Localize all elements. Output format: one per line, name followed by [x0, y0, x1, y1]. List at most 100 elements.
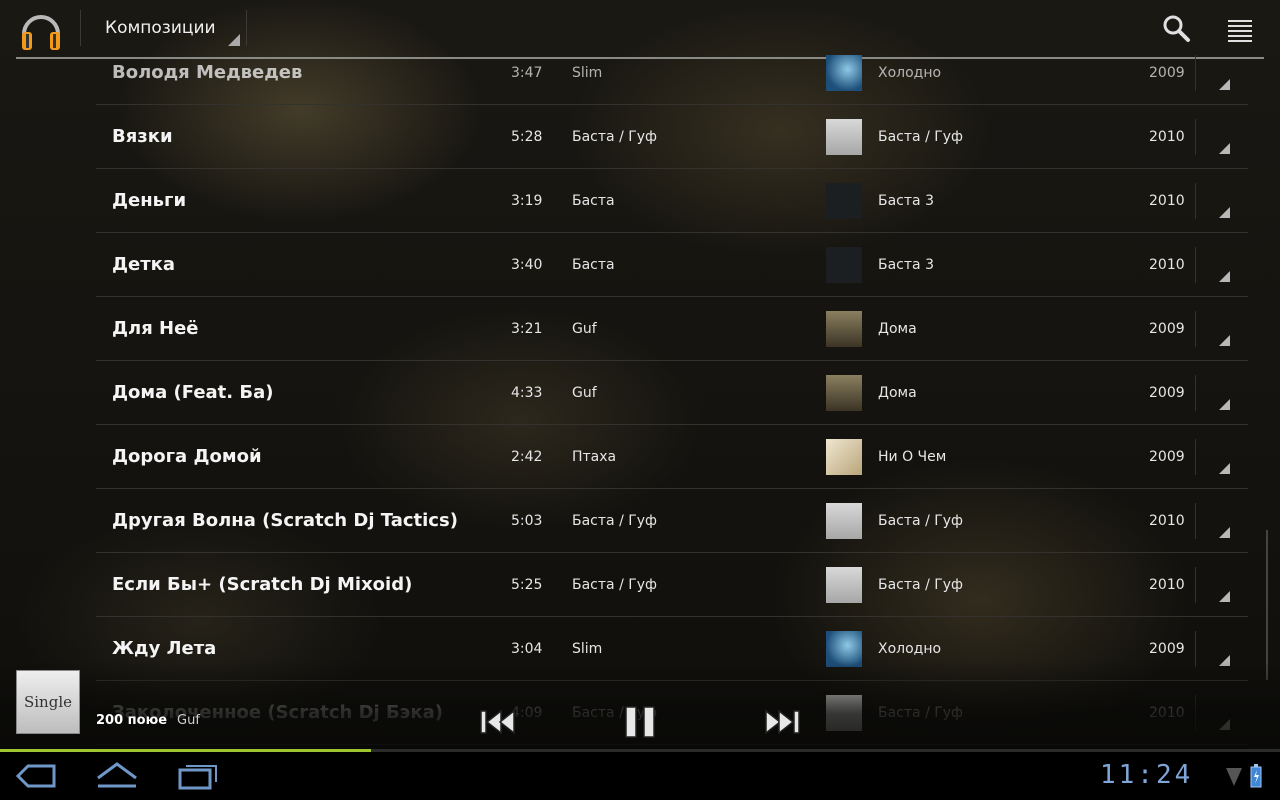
- song-row[interactable]: Другая Волна (Scratch Dj Tactics) 5:03 Бас…: [96, 489, 1248, 553]
- song-duration: 5:25: [511, 577, 543, 593]
- album-cover: [826, 183, 862, 219]
- song-year: 2010: [1149, 577, 1185, 593]
- song-duration: 3:40: [511, 257, 543, 273]
- song-album: Ни О Чем: [878, 449, 947, 465]
- song-album: Холодно: [878, 65, 942, 81]
- song-row[interactable]: Деньги 3:19 Баста Баста 3 2010: [96, 169, 1248, 233]
- song-year: 2009: [1149, 321, 1185, 337]
- song-year: 2009: [1149, 385, 1185, 401]
- home-icon[interactable]: [94, 760, 140, 792]
- now-playing-artist[interactable]: Guf: [177, 713, 200, 728]
- song-artist: Баста / Гуф: [572, 129, 658, 145]
- album-cover: [826, 439, 862, 475]
- song-album: Дома: [878, 385, 917, 401]
- scrollbar[interactable]: [1266, 530, 1268, 680]
- song-row[interactable]: Если Бы+ (Scratch Dj Mixoid) 5:25 Баста / …: [96, 553, 1248, 617]
- song-duration: 3:21: [511, 321, 543, 337]
- divider: [80, 10, 81, 46]
- song-row[interactable]: Детка 3:40 Баста Баста 3 2010: [96, 233, 1248, 297]
- song-album: Баста / Гуф: [878, 513, 964, 529]
- song-title: Дома (Feat. Ба): [112, 382, 274, 403]
- song-artist: Баста: [572, 257, 615, 273]
- divider: [1195, 119, 1196, 155]
- now-playing-album-art[interactable]: Single: [16, 670, 80, 734]
- song-title: Если Бы+ (Scratch Dj Mixoid): [112, 574, 413, 595]
- divider: [1195, 375, 1196, 411]
- signal-icon: [1226, 768, 1242, 786]
- song-album: Баста 3: [878, 193, 934, 209]
- next-track-icon[interactable]: [762, 703, 802, 741]
- divider: [1195, 183, 1196, 219]
- battery-icon[interactable]: [1250, 764, 1262, 788]
- song-title: Для Неё: [112, 318, 199, 339]
- context-menu-icon[interactable]: [1219, 527, 1230, 538]
- context-menu-icon[interactable]: [1219, 207, 1230, 218]
- song-title: Дорога Домой: [112, 446, 262, 467]
- song-row[interactable]: Для Неё 3:21 Guf Дома 2009: [96, 297, 1248, 361]
- album-cover: [826, 55, 862, 91]
- song-album: Баста / Гуф: [878, 129, 964, 145]
- song-duration: 5:03: [511, 513, 543, 529]
- album-cover: [826, 119, 862, 155]
- song-duration: 3:04: [511, 641, 543, 657]
- song-artist: Птаха: [572, 449, 617, 465]
- context-menu-icon[interactable]: [1219, 463, 1230, 474]
- song-album: Баста 3: [878, 257, 934, 273]
- search-icon[interactable]: [1160, 12, 1192, 44]
- song-duration: 3:19: [511, 193, 543, 209]
- song-duration: 5:28: [511, 129, 543, 145]
- song-row[interactable]: Дома (Feat. Ба) 4:33 Guf Дома 2009: [96, 361, 1248, 425]
- song-year: 2009: [1149, 65, 1185, 81]
- song-artist: Guf: [572, 385, 597, 401]
- context-menu-icon[interactable]: [1219, 399, 1230, 410]
- song-artist: Баста: [572, 193, 615, 209]
- song-title: Жду Лета: [112, 638, 217, 659]
- song-year: 2010: [1149, 129, 1185, 145]
- now-playing-title[interactable]: 200 поюе: [96, 713, 167, 728]
- album-cover: [826, 311, 862, 347]
- song-duration: 2:42: [511, 449, 543, 465]
- song-row[interactable]: Вязки 5:28 Баста / Гуф Баста / Гуф 2010: [96, 105, 1248, 169]
- song-title: Детка: [112, 254, 176, 275]
- context-menu-icon[interactable]: [1219, 143, 1230, 154]
- song-artist: Баста / Гуф: [572, 513, 658, 529]
- song-album: Баста / Гуф: [878, 577, 964, 593]
- recent-apps-icon[interactable]: [176, 760, 220, 792]
- previous-track-icon[interactable]: [478, 703, 518, 741]
- song-title: Другая Волна (Scratch Dj Tactics): [112, 510, 458, 531]
- headphones-icon[interactable]: [18, 6, 64, 52]
- nav-spinner-label: Композиции: [105, 18, 216, 38]
- song-year: 2010: [1149, 513, 1185, 529]
- song-year: 2009: [1149, 641, 1185, 657]
- song-title: Деньги: [112, 190, 187, 211]
- song-artist: Slim: [572, 641, 603, 657]
- divider: [1195, 567, 1196, 603]
- song-list[interactable]: Володя Медведев 3:47 Slim Холодно 2009 Вязки 5…: [96, 41, 1248, 745]
- song-row[interactable]: Дорога Домой 2:42 Птаха Ни О Чем 2009: [96, 425, 1248, 489]
- song-year: 2010: [1149, 193, 1185, 209]
- divider: [1195, 311, 1196, 347]
- song-album: Дома: [878, 321, 917, 337]
- song-artist: Slim: [572, 65, 603, 81]
- clock[interactable]: 11:24: [1100, 760, 1193, 790]
- song-album: Холодно: [878, 641, 942, 657]
- pause-icon[interactable]: [622, 703, 658, 741]
- song-year: 2010: [1149, 257, 1185, 273]
- context-menu-icon[interactable]: [1219, 335, 1230, 346]
- song-duration: 3:47: [511, 65, 543, 81]
- list-menu-icon[interactable]: [1224, 14, 1256, 44]
- back-icon[interactable]: [14, 760, 58, 792]
- album-cover: [826, 503, 862, 539]
- context-menu-icon[interactable]: [1219, 271, 1230, 282]
- album-cover: [826, 247, 862, 283]
- album-art-text: Single: [23, 693, 72, 711]
- context-menu-icon[interactable]: [1219, 79, 1230, 90]
- song-row[interactable]: Володя Медведев 3:47 Slim Холодно 2009: [96, 41, 1248, 105]
- song-artist: Guf: [572, 321, 597, 337]
- divider: [1195, 55, 1196, 91]
- song-title: Володя Медведев: [112, 62, 303, 83]
- song-duration: 4:33: [511, 385, 543, 401]
- song-year: 2009: [1149, 449, 1185, 465]
- divider: [1195, 439, 1196, 475]
- context-menu-icon[interactable]: [1219, 591, 1230, 602]
